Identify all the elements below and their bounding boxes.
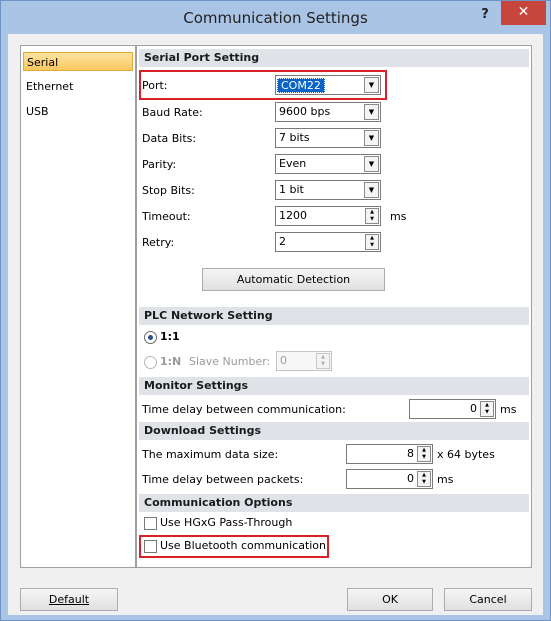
comm-delay-unit: ms xyxy=(500,403,517,416)
hgxg-label: Use HGxG Pass-Through xyxy=(160,516,293,529)
dialog-window: Communication Settings ? ✕ Serial Ethern… xyxy=(0,0,551,621)
ok-button[interactable]: OK xyxy=(347,588,433,611)
data-bits-value: 7 bits xyxy=(279,131,310,144)
chevron-down-icon: ▼ xyxy=(364,130,379,146)
help-button[interactable]: ? xyxy=(474,5,496,27)
baud-rate-label: Baud Rate: xyxy=(142,106,203,119)
stop-bits-label: Stop Bits: xyxy=(142,184,195,197)
hgxg-checkbox[interactable] xyxy=(144,517,157,530)
max-data-size-unit: x 64 bytes xyxy=(437,448,495,461)
timeout-label: Timeout: xyxy=(142,210,191,223)
options-section-header: Communication Options xyxy=(139,494,529,512)
packet-delay-label: Time delay between packets: xyxy=(142,473,304,486)
parity-label: Parity: xyxy=(142,158,177,171)
parity-select[interactable]: Even ▼ xyxy=(275,154,381,174)
spinner-arrows-icon[interactable]: ▲ ▼ xyxy=(417,446,431,462)
automatic-detection-button[interactable]: Automatic Detection xyxy=(202,268,385,291)
monitor-section-header: Monitor Settings xyxy=(139,377,529,395)
close-button[interactable]: ✕ xyxy=(501,1,546,25)
port-highlight xyxy=(139,70,387,100)
plc-section-header: PLC Network Setting xyxy=(139,307,529,325)
nav-item-usb[interactable]: USB xyxy=(23,102,133,121)
parity-value: Even xyxy=(279,157,307,170)
spinner-arrows-icon[interactable]: ▲ ▼ xyxy=(365,208,379,224)
dialog-body: Serial Ethernet USB Serial Port Setting … xyxy=(8,34,543,615)
radio-1-n-label: 1:N xyxy=(160,355,182,368)
data-bits-select[interactable]: 7 bits ▼ xyxy=(275,128,381,148)
bluetooth-highlight xyxy=(139,535,329,558)
category-list: Serial Ethernet USB xyxy=(20,45,136,568)
spinner-arrows-icon[interactable]: ▲ ▼ xyxy=(365,234,379,250)
dialog-title: Communication Settings xyxy=(183,9,368,27)
spinner-arrows-icon[interactable]: ▲ ▼ xyxy=(417,471,431,487)
max-data-size-spinner[interactable]: 8 ▲ ▼ xyxy=(346,444,433,464)
retry-value: 2 xyxy=(279,235,286,248)
data-bits-label: Data Bits: xyxy=(142,132,197,145)
slave-number-spinner[interactable]: 0 ▲ ▼ xyxy=(276,351,332,371)
baud-rate-select[interactable]: 9600 bps ▼ xyxy=(275,102,381,122)
retry-label: Retry: xyxy=(142,236,175,249)
radio-1-1[interactable] xyxy=(144,331,157,344)
stop-bits-value: 1 bit xyxy=(279,183,304,196)
chevron-down-icon: ▼ xyxy=(364,182,379,198)
slave-number-label: Slave Number: xyxy=(189,355,271,368)
packet-delay-value: 0 xyxy=(407,472,414,485)
chevron-down-icon: ▼ xyxy=(364,156,379,172)
download-section-header: Download Settings xyxy=(139,422,529,440)
chevron-down-icon: ▼ xyxy=(364,104,379,120)
max-data-size-label: The maximum data size: xyxy=(142,448,279,461)
comm-delay-spinner[interactable]: 0 ▲ ▼ xyxy=(409,399,496,419)
nav-item-serial[interactable]: Serial xyxy=(23,52,133,71)
stop-bits-select[interactable]: 1 bit ▼ xyxy=(275,180,381,200)
title-bar: Communication Settings ? ✕ xyxy=(1,1,550,34)
packet-delay-unit: ms xyxy=(437,473,454,486)
cancel-button[interactable]: Cancel xyxy=(444,588,532,611)
default-button-label: Default xyxy=(48,593,90,606)
spinner-arrows-icon[interactable]: ▲ ▼ xyxy=(316,353,330,369)
baud-rate-value: 9600 bps xyxy=(279,105,331,118)
max-data-size-value: 8 xyxy=(407,447,414,460)
retry-spinner[interactable]: 2 ▲ ▼ xyxy=(275,232,381,252)
nav-item-ethernet[interactable]: Ethernet xyxy=(23,77,133,96)
radio-1-1-label: 1:1 xyxy=(160,330,180,343)
slave-number-value: 0 xyxy=(280,354,287,367)
packet-delay-spinner[interactable]: 0 ▲ ▼ xyxy=(346,469,433,489)
comm-delay-label: Time delay between communication: xyxy=(142,403,346,416)
settings-panel: Serial Port Setting Port: COM22 ▼ Baud R… xyxy=(136,45,532,568)
radio-1-n[interactable] xyxy=(144,356,157,369)
default-button[interactable]: Default xyxy=(20,588,118,611)
timeout-value: 1200 xyxy=(279,209,307,222)
serial-section-header: Serial Port Setting xyxy=(139,49,529,67)
spinner-arrows-icon[interactable]: ▲ ▼ xyxy=(480,401,494,417)
comm-delay-value: 0 xyxy=(470,402,477,415)
timeout-spinner[interactable]: 1200 ▲ ▼ xyxy=(275,206,381,226)
timeout-unit: ms xyxy=(390,210,407,223)
